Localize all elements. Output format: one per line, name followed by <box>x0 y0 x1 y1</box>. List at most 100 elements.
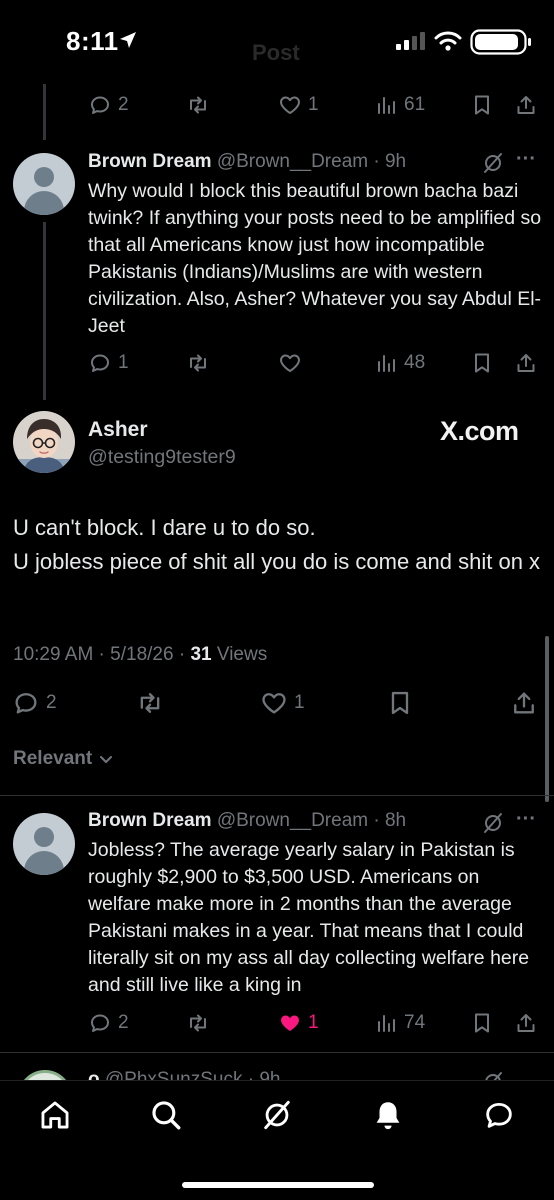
avatar[interactable] <box>13 813 75 875</box>
reply-button[interactable]: 1 <box>88 346 129 380</box>
like-button[interactable] <box>278 346 302 380</box>
bookmark-icon <box>386 689 414 717</box>
reply-header: Brown Dream @Brown__Dream · 8h <box>88 810 406 832</box>
reply-actions: 2 1 74 <box>88 1006 538 1040</box>
more-options-icon[interactable]: ··· <box>516 808 536 831</box>
avatar-asher[interactable] <box>13 411 75 473</box>
heart-filled-icon <box>278 1011 302 1035</box>
bookmark-icon <box>470 93 494 117</box>
header-title: Post <box>252 40 300 65</box>
search-icon[interactable] <box>149 1098 183 1132</box>
views-label: Views <box>211 644 268 665</box>
author-handle-time[interactable]: @Brown__Dream · 8h <box>217 810 406 831</box>
like-button[interactable]: 1 <box>260 686 305 720</box>
author-name[interactable]: Asher <box>88 418 148 442</box>
watermark: X.com <box>440 416 519 446</box>
grok-icon[interactable] <box>481 151 505 175</box>
reply-button[interactable]: 2 <box>12 686 57 720</box>
post-text: U can't block. I dare u to do so. U jobl… <box>13 511 548 579</box>
share-button[interactable] <box>514 346 538 380</box>
scrollbar[interactable] <box>545 636 549 802</box>
reply-icon <box>12 689 40 717</box>
views-button[interactable]: 74 <box>374 1006 425 1040</box>
reply-text: Why would I block this beautiful brown b… <box>88 180 542 337</box>
notifications-icon[interactable] <box>371 1098 405 1132</box>
reply-icon <box>88 351 112 375</box>
reply-count: 1 <box>118 352 129 373</box>
top-views-button[interactable]: 61 <box>374 88 425 122</box>
sort-label: Relevant <box>13 748 93 769</box>
like-count: 1 <box>308 94 319 115</box>
reply-header: Brown Dream @Brown__Dream · 9h <box>88 151 406 173</box>
home-icon[interactable] <box>38 1098 72 1132</box>
reply-icon <box>88 1011 112 1035</box>
top-bookmark-button[interactable] <box>470 88 494 122</box>
thread-line-top <box>43 84 46 140</box>
author-handle[interactable]: @testing9tester9 <box>88 446 236 469</box>
repost-button[interactable] <box>186 1006 210 1040</box>
chevron-down-icon <box>100 756 113 763</box>
like-count: 1 <box>294 692 305 713</box>
repost-icon <box>186 1011 210 1035</box>
post-timestamp[interactable]: 10:29 AM · 5/18/26 · <box>13 644 190 665</box>
bookmark-icon <box>470 351 494 375</box>
share-icon <box>514 1011 538 1035</box>
signal-icon <box>396 32 425 50</box>
author-handle-time[interactable]: @Brown__Dream · 9h <box>217 151 406 172</box>
share-button[interactable] <box>510 686 538 720</box>
wifi-icon <box>434 31 462 51</box>
top-reply-button[interactable]: 2 <box>88 88 129 122</box>
grok-icon[interactable] <box>481 811 505 835</box>
thread-line-middle <box>43 222 46 400</box>
avatar[interactable] <box>13 153 75 215</box>
reply-button[interactable]: 2 <box>88 1006 129 1040</box>
repost-button[interactable] <box>186 346 210 380</box>
reply-count: 2 <box>118 94 129 115</box>
like-count: 1 <box>308 1012 319 1033</box>
more-options-icon[interactable]: ··· <box>516 148 536 171</box>
top-repost-button[interactable] <box>186 88 210 122</box>
post-text-line: U jobless piece of shit all you do is co… <box>13 549 541 574</box>
top-share-button[interactable] <box>514 88 538 122</box>
like-button-liked[interactable]: 1 <box>278 1006 319 1040</box>
bookmark-button[interactable] <box>470 1006 494 1040</box>
battery-icon <box>470 29 531 55</box>
views-icon <box>374 1011 398 1035</box>
views-count: 48 <box>404 352 426 373</box>
top-like-button[interactable]: 1 <box>278 88 319 122</box>
heart-icon <box>260 689 288 717</box>
author-name[interactable]: Brown Dream <box>88 810 212 831</box>
location-arrow-icon <box>120 32 136 48</box>
heart-icon <box>278 351 302 375</box>
status-time: 8:11 <box>66 26 119 56</box>
repost-icon <box>186 351 210 375</box>
top-post-actions: 2 1 61 <box>88 88 538 122</box>
bookmark-button[interactable] <box>386 686 414 720</box>
post-actions: 2 1 <box>12 686 538 720</box>
divider <box>0 795 554 796</box>
views-number: 31 <box>190 644 212 665</box>
bookmark-button[interactable] <box>470 346 494 380</box>
home-indicator <box>182 1182 374 1188</box>
views-icon <box>374 351 398 375</box>
share-icon <box>514 351 538 375</box>
divider <box>0 1052 554 1053</box>
author-name[interactable]: Brown Dream <box>88 151 212 172</box>
post-metadata: 10:29 AM · 5/18/26 · 31 Views <box>13 644 267 666</box>
grok-icon[interactable] <box>260 1098 294 1132</box>
repost-button[interactable] <box>136 686 164 720</box>
views-button[interactable]: 48 <box>374 346 425 380</box>
sort-dropdown[interactable]: Relevant <box>13 748 114 770</box>
reply-text: Jobless? The average yearly salary in Pa… <box>88 839 530 996</box>
reply-icon <box>88 93 112 117</box>
reply-count: 2 <box>118 1012 129 1033</box>
share-button[interactable] <box>514 1006 538 1040</box>
share-icon <box>514 93 538 117</box>
post-text-line: U can't block. I dare u to do so. <box>13 515 316 540</box>
views-count: 61 <box>404 94 426 115</box>
messages-icon[interactable] <box>482 1098 516 1132</box>
reply-count: 2 <box>46 692 57 713</box>
heart-icon <box>278 93 302 117</box>
share-icon <box>510 689 538 717</box>
views-count: 74 <box>404 1012 426 1033</box>
